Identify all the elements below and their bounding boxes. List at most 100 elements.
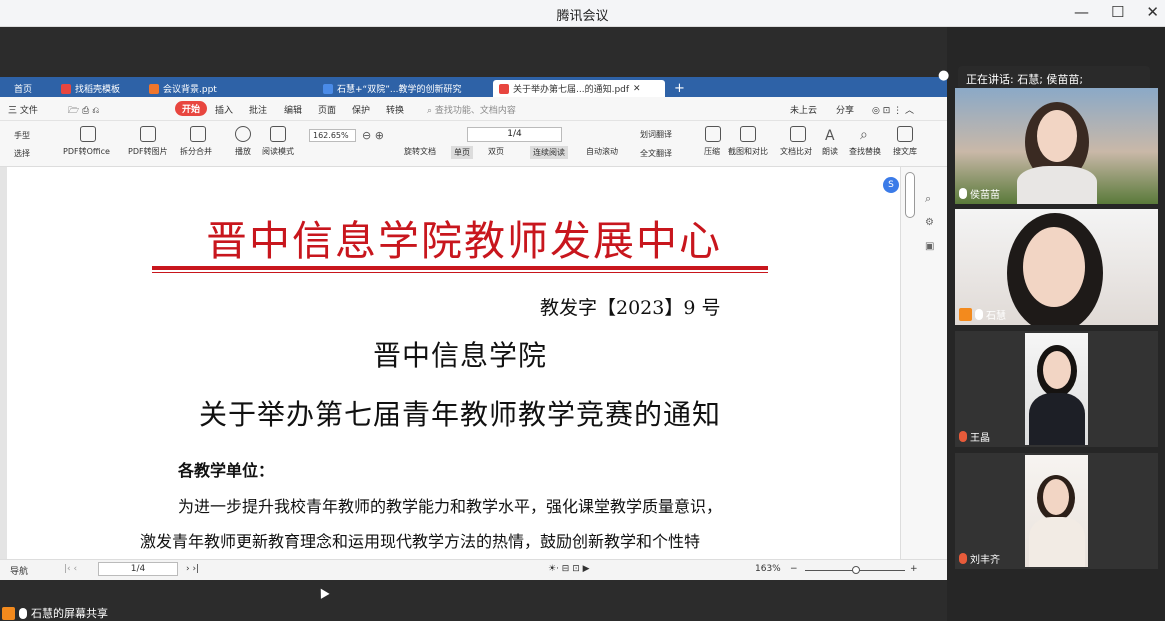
zoom-select[interactable]: 162.65% bbox=[309, 129, 356, 142]
full-translate-button[interactable]: 全文翻译 bbox=[640, 148, 672, 159]
search-library-button[interactable]: 搜文库 bbox=[893, 146, 917, 157]
search-input[interactable]: ⌕ 查找功能、文档内容 bbox=[427, 103, 516, 116]
share-text: 石慧的屏幕共享 bbox=[31, 607, 108, 620]
name-text: 王晶 bbox=[970, 433, 990, 444]
participant-tile[interactable]: 石慧 bbox=[955, 209, 1158, 325]
menu-insert[interactable]: 插入 bbox=[215, 103, 233, 116]
zoom-out-button[interactable]: − bbox=[790, 564, 798, 574]
prev-page-icons[interactable]: |‹ ‹ bbox=[64, 564, 77, 574]
menu-edit[interactable]: 编辑 bbox=[284, 103, 302, 116]
pdf-to-image-icon bbox=[140, 126, 156, 142]
title-bar: 腾讯会议 — ☐ ✕ bbox=[0, 0, 1165, 27]
maximize-icon[interactable]: ☐ bbox=[1111, 3, 1124, 21]
share-button[interactable]: 分享 bbox=[836, 103, 854, 116]
zoom-in-button[interactable]: + bbox=[910, 564, 918, 574]
tab-doc[interactable]: 石慧+“双院”...教学的创新研究 bbox=[317, 80, 467, 97]
screen-share-label: 石慧的屏幕共享 bbox=[2, 605, 108, 621]
menu-convert[interactable]: 转换 bbox=[386, 103, 404, 116]
mic-icon: ● bbox=[938, 68, 950, 83]
pdf-to-image-button[interactable]: PDF转图片 bbox=[128, 146, 168, 157]
tab-template[interactable]: 找稻壳模板 bbox=[55, 80, 126, 97]
cloud-status[interactable]: 未上云 bbox=[790, 103, 817, 116]
zoom-slider-thumb[interactable] bbox=[852, 566, 860, 574]
read-aloud-button[interactable]: 朗读 bbox=[822, 146, 838, 157]
close-icon[interactable]: ✕ bbox=[1146, 3, 1159, 21]
doc-icon bbox=[323, 83, 333, 94]
ribbon-toolbar: 手型 选择 PDF转Office PDF转图片 拆分合并 播放 阅读模式 162… bbox=[0, 121, 947, 167]
split-merge-icon bbox=[190, 126, 206, 142]
tab-label: 找稻壳模板 bbox=[75, 85, 121, 95]
new-tab-button[interactable]: + bbox=[668, 80, 691, 97]
name-text: 刘丰齐 bbox=[970, 555, 1000, 566]
tab-label: 会议背景.ppt bbox=[163, 85, 217, 95]
play-button[interactable]: 播放 bbox=[235, 146, 251, 157]
hand-tool[interactable]: 手型 bbox=[14, 130, 30, 141]
name-text: 石慧 bbox=[986, 311, 1006, 322]
header-rule bbox=[152, 266, 768, 270]
compress-button[interactable]: 压缩 bbox=[704, 146, 720, 157]
menu-protect[interactable]: 保护 bbox=[352, 103, 370, 116]
paragraph-line: 激发青年教师更新教育理念和运用现代教学方法的热情，鼓励创新教学和个性特 bbox=[140, 532, 701, 551]
word-translate-button[interactable]: 划词翻译 bbox=[640, 129, 672, 140]
window-controls: — ☐ ✕ bbox=[1074, 3, 1159, 21]
pdf-to-office-button[interactable]: PDF转Office bbox=[63, 146, 110, 157]
salutation: 各教学单位： bbox=[178, 461, 275, 480]
page-number-input[interactable]: 1/4 bbox=[467, 127, 562, 142]
tab-pdf[interactable]: 关于举办第七届...的通知.pdf ✕ bbox=[493, 80, 665, 97]
status-zoom[interactable]: 163% bbox=[755, 564, 781, 574]
screenshot-icon bbox=[740, 126, 756, 142]
user-icon bbox=[959, 308, 972, 321]
auto-scroll-button[interactable]: 自动滚动 bbox=[586, 146, 618, 157]
read-aloud-icon: A bbox=[825, 128, 835, 144]
read-mode-button[interactable]: 阅读模式 bbox=[262, 146, 294, 157]
participant-tile[interactable]: 王晶 bbox=[955, 331, 1158, 447]
status-page-input[interactable]: 1/4 bbox=[98, 562, 178, 576]
assistant-badge-icon[interactable]: S bbox=[883, 177, 899, 193]
quick-tools[interactable]: 🗁 ⎙ ⎌ bbox=[68, 103, 99, 119]
minimize-icon[interactable]: — bbox=[1074, 3, 1089, 21]
next-page-icons[interactable]: › ›| bbox=[186, 564, 199, 574]
nav-button[interactable]: 导航 bbox=[10, 564, 28, 577]
document-number: 教发字【2023】9 号 bbox=[540, 297, 721, 319]
rotate-doc-button[interactable]: 旋转文档 bbox=[404, 146, 436, 157]
participant-name: 王晶 bbox=[959, 429, 990, 444]
participant-name: 侯苗苗 bbox=[959, 186, 1000, 201]
start-tab[interactable]: 开始 bbox=[175, 101, 208, 116]
tab-home[interactable]: 首页 bbox=[8, 80, 38, 97]
close-icon[interactable]: ✕ bbox=[633, 84, 641, 94]
pdf-icon bbox=[499, 83, 509, 94]
pdf-to-office-icon bbox=[80, 126, 96, 142]
participant-body bbox=[1029, 393, 1085, 445]
mic-icon bbox=[959, 188, 967, 199]
participant-body bbox=[1017, 166, 1097, 204]
tab-ppt[interactable]: 会议背景.ppt bbox=[143, 80, 223, 97]
participant-tile[interactable]: 侯苗苗 bbox=[955, 88, 1158, 204]
find-replace-button[interactable]: 查找替换 bbox=[849, 146, 881, 157]
menu-page[interactable]: 页面 bbox=[318, 103, 336, 116]
participant-tile[interactable]: 刘丰齐 bbox=[955, 453, 1158, 569]
single-page-button[interactable]: 单页 bbox=[451, 146, 473, 159]
right-sidebar: ⌕ ⚙ ▣ bbox=[900, 167, 947, 559]
menu-annotate[interactable]: 批注 bbox=[249, 103, 267, 116]
compress-icon bbox=[705, 126, 721, 142]
tools-icons[interactable]: ☀· ⊟ ⊡ ▶ bbox=[548, 564, 590, 574]
window-title: 腾讯会议 bbox=[556, 9, 609, 24]
bookmark-icon[interactable]: ▣ bbox=[925, 241, 934, 252]
file-menu[interactable]: 三 文件 bbox=[8, 103, 38, 116]
zoom-icons[interactable]: ⊖ ⊕ bbox=[362, 129, 384, 142]
participant-face bbox=[1043, 479, 1069, 515]
participant-body bbox=[1029, 517, 1085, 567]
paragraph-line: 为进一步提升我校青年教师的教学能力和教学水平，强化课堂教学质量意识， bbox=[178, 497, 723, 516]
zoom-search-icon[interactable]: ⌕ bbox=[925, 192, 931, 206]
doc-compare-button[interactable]: 文档比对 bbox=[780, 146, 812, 157]
ppt-icon bbox=[149, 83, 159, 94]
more-icons[interactable]: ◎ ⊡ ⋮ ︿ bbox=[872, 103, 914, 116]
search-icon: ⌕ bbox=[427, 106, 435, 116]
double-page-button[interactable]: 双页 bbox=[488, 146, 504, 157]
split-merge-button[interactable]: 拆分合并 bbox=[180, 146, 212, 157]
screenshot-compare-button[interactable]: 截图和对比 bbox=[728, 146, 768, 157]
settings-icon[interactable]: ⚙ bbox=[925, 217, 934, 228]
select-tool[interactable]: 选择 bbox=[14, 148, 30, 159]
vertical-scrollbar[interactable] bbox=[905, 172, 915, 218]
continuous-read-button[interactable]: 连续阅读 bbox=[530, 146, 568, 159]
